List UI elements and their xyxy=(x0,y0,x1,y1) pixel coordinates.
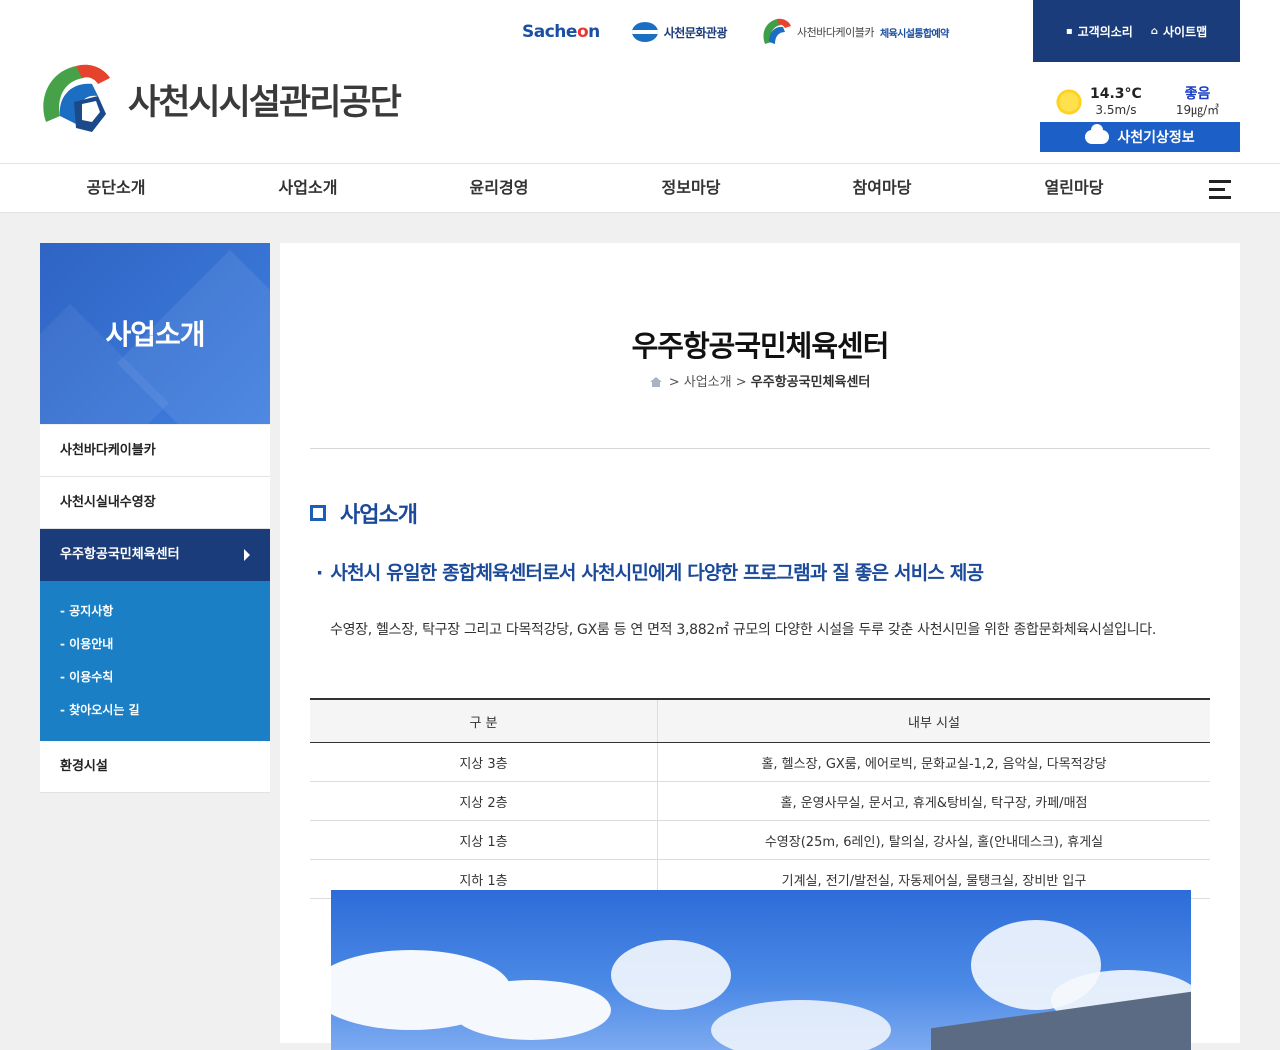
submenu-item-directions[interactable]: 찾아오시는 길 xyxy=(40,694,270,727)
section-title: 사업소개 xyxy=(340,503,418,528)
sports-reservation-label[interactable]: 체육시설통합예약 xyxy=(880,25,949,40)
facility-table: 구 분 내부 시설 지상 3층 홀, 헬스장, GX룸, 에어로빅, 문화교실-… xyxy=(310,698,1210,899)
sidebar-submenu: 공지사항 이용안내 이용수칙 찾아오시는 길 xyxy=(40,581,270,741)
air-value: 19㎍/㎥ xyxy=(1175,103,1220,117)
table-cell: 수영장(25m, 6레인), 탈의실, 강사실, 홀(안내데스크), 휴게실 xyxy=(657,820,1210,860)
site-logo[interactable]: 사천시시설관리공단 xyxy=(40,62,402,136)
weather-info-label: 사천기상정보 xyxy=(1117,130,1195,146)
top-utility-bar: ▪ 고객의소리 ⌂ 사이트맵 xyxy=(1033,0,1240,62)
culture-tour-link[interactable]: 사천문화관광 xyxy=(631,22,728,42)
breadcrumb-current: 우주항공국민체육센터 xyxy=(750,375,871,390)
nav-item-business[interactable]: 사업소개 xyxy=(228,164,388,212)
submenu-item-guide[interactable]: 이용안내 xyxy=(40,628,270,661)
main-navigation: 공단소개 사업소개 윤리경영 정보마당 참여마당 열린마당 xyxy=(0,163,1280,213)
cablecar-logo-icon xyxy=(759,16,793,48)
sidebar-item-pool[interactable]: 사천시실내수영장 xyxy=(40,477,270,529)
nav-item-info[interactable]: 정보마당 xyxy=(611,164,771,212)
caret-right-icon xyxy=(244,549,250,561)
submenu-item-rules[interactable]: 이용수칙 xyxy=(40,661,270,694)
wave-icon xyxy=(631,22,658,42)
table-cell: 지상 3층 xyxy=(310,742,658,782)
cloud-icon xyxy=(1085,124,1110,144)
site-header: Sacheon 사천문화관광 사천바다케이블카 체육시설통합예약 ▪ 고객의소리… xyxy=(0,0,1280,163)
air-status: 좋음 xyxy=(1184,86,1211,102)
weather-info-button[interactable]: 사천기상정보 xyxy=(1040,122,1240,152)
sitemap-link[interactable]: ⌂ 사이트맵 xyxy=(1151,23,1207,40)
partner-links: Sacheon 사천문화관광 사천바다케이블카 체육시설통합예약 xyxy=(522,14,981,50)
temperature-block: 14.3°C 3.5m/s xyxy=(1090,86,1142,118)
culture-tour-label: 사천문화관광 xyxy=(663,25,728,40)
document-icon: ▪ xyxy=(1065,25,1073,37)
logo-mark-icon xyxy=(40,62,120,136)
wind-value: 3.5m/s xyxy=(1095,103,1137,117)
nav-item-about[interactable]: 공단소개 xyxy=(36,164,196,212)
breadcrumb-separator: > xyxy=(668,375,680,390)
cablecar-label: 사천바다케이블카 xyxy=(796,26,874,39)
section-heading: 사업소개 xyxy=(310,497,418,529)
breadcrumb: > 사업소개 > 우주항공국민체육센터 xyxy=(280,371,1240,390)
home-icon: ⌂ xyxy=(1150,25,1158,37)
section-description: 수영장, 헬스장, 탁구장 그리고 다목적강당, GX룸 등 연 면적 3,88… xyxy=(330,622,1157,638)
nav-item-ethics[interactable]: 윤리경영 xyxy=(419,164,579,212)
menu-icon[interactable] xyxy=(1209,180,1231,199)
table-cell: 지상 2층 xyxy=(310,781,658,821)
breadcrumb-item[interactable]: 사업소개 xyxy=(684,375,732,390)
table-row: 지상 1층 수영장(25m, 6레인), 탈의실, 강사실, 홀(안내데스크),… xyxy=(310,820,1210,860)
table-cell: 홀, 헬스장, GX룸, 에어로빅, 문화교실-1,2, 음악실, 다목적강당 xyxy=(657,742,1210,782)
nav-item-participation[interactable]: 참여마당 xyxy=(802,164,962,212)
submenu-item-notice[interactable]: 공지사항 xyxy=(40,595,270,628)
home-icon[interactable] xyxy=(649,377,662,387)
table-header: 구 분 xyxy=(310,698,658,743)
sidebar-item-environment[interactable]: 환경시설 xyxy=(40,741,270,793)
section-headline: 사천시 유일한 종합체육센터로서 사천시민에게 다양한 프로그램과 질 좋은 서… xyxy=(316,558,984,585)
sun-icon xyxy=(1054,87,1084,117)
table-header: 내부 시설 xyxy=(657,698,1210,743)
title-divider xyxy=(310,448,1210,449)
square-bullet-icon xyxy=(310,505,326,521)
customer-voice-link[interactable]: ▪ 고객의소리 xyxy=(1066,23,1133,40)
air-quality-block: 좋음 19㎍/㎥ xyxy=(1176,86,1219,118)
main-content: 우주항공국민체육센터 > 사업소개 > 우주항공국민체육센터 사업소개 사천시 … xyxy=(280,243,1240,1050)
sidebar-item-label: 우주항공국민체육센터 xyxy=(60,547,180,562)
table-row: 지상 3층 홀, 헬스장, GX룸, 에어로빅, 문화교실-1,2, 음악실, … xyxy=(310,742,1210,782)
breadcrumb-separator: > xyxy=(735,375,747,390)
sidebar-title: 사업소개 xyxy=(105,318,205,351)
facility-photo xyxy=(331,890,1191,1050)
sidebar-header: 사업소개 xyxy=(40,243,270,424)
cablecar-link[interactable]: 사천바다케이블카 체육시설통합예약 xyxy=(759,16,949,48)
logo-text: 사천시시설관리공단 xyxy=(128,82,402,123)
table-cell: 홀, 운영사무실, 문서고, 휴게&탕비실, 탁구장, 카페/매점 xyxy=(657,781,1210,821)
sitemap-label: 사이트맵 xyxy=(1162,24,1208,39)
sidebar-menu: 사천바다케이블카 사천시실내수영장 우주항공국민체육센터 공지사항 이용안내 이… xyxy=(40,425,270,793)
sachon-logo: Sacheon xyxy=(522,22,600,42)
temperature-value: 14.3°C xyxy=(1090,86,1142,102)
nav-item-open[interactable]: 열린마당 xyxy=(994,164,1154,212)
table-cell: 지상 1층 xyxy=(310,820,658,860)
sidebar-item-sports-center[interactable]: 우주항공국민체육센터 xyxy=(40,529,270,581)
customer-voice-label: 고객의소리 xyxy=(1077,24,1133,39)
sachon-city-link[interactable]: Sacheon xyxy=(522,22,600,42)
sidebar-item-cablecar[interactable]: 사천바다케이블카 xyxy=(40,425,270,477)
weather-widget: 14.3°C 3.5m/s 좋음 19㎍/㎥ 사천기상정보 xyxy=(1040,82,1240,152)
page-title: 우주항공국민체육센터 xyxy=(631,329,890,363)
table-row: 지상 2층 홀, 운영사무실, 문서고, 휴게&탕비실, 탁구장, 카페/매점 xyxy=(310,781,1210,821)
